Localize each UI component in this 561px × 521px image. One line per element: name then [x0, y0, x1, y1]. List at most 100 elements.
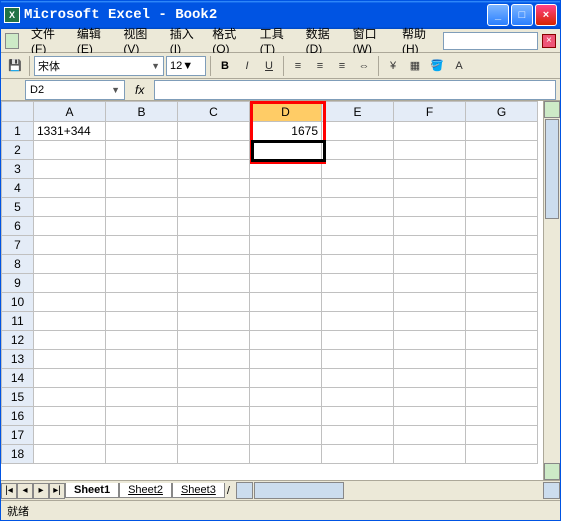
row-header-4[interactable]: 4 — [2, 179, 34, 198]
cell-E9[interactable] — [322, 274, 394, 293]
maximize-button[interactable]: □ — [511, 4, 533, 26]
cell-A15[interactable] — [34, 388, 106, 407]
cell-E8[interactable] — [322, 255, 394, 274]
cell-F12[interactable] — [394, 331, 466, 350]
tab-first-button[interactable]: |◂ — [1, 483, 17, 499]
cell-D1[interactable]: 1675 — [250, 122, 322, 141]
col-header-D[interactable]: D — [250, 102, 322, 122]
cell-D17[interactable] — [250, 426, 322, 445]
cell-E13[interactable] — [322, 350, 394, 369]
currency-button[interactable]: ¥ — [383, 56, 403, 76]
cell-B12[interactable] — [106, 331, 178, 350]
cell-F2[interactable] — [394, 141, 466, 160]
col-header-C[interactable]: C — [178, 102, 250, 122]
cell-E15[interactable] — [322, 388, 394, 407]
fx-icon[interactable]: fx — [135, 83, 144, 97]
scroll-track[interactable] — [345, 482, 543, 499]
cell-D14[interactable] — [250, 369, 322, 388]
row-header-7[interactable]: 7 — [2, 236, 34, 255]
font-size-select[interactable]: 12 ▼ — [166, 56, 206, 76]
cell-A13[interactable] — [34, 350, 106, 369]
formula-input[interactable] — [154, 80, 556, 100]
cell-C5[interactable] — [178, 198, 250, 217]
cell-B13[interactable] — [106, 350, 178, 369]
row-header-14[interactable]: 14 — [2, 369, 34, 388]
cell-C7[interactable] — [178, 236, 250, 255]
cell-C17[interactable] — [178, 426, 250, 445]
borders-button[interactable]: ▦ — [405, 56, 425, 76]
row-header-3[interactable]: 3 — [2, 160, 34, 179]
row-header-11[interactable]: 11 — [2, 312, 34, 331]
row-header-16[interactable]: 16 — [2, 407, 34, 426]
cell-E1[interactable] — [322, 122, 394, 141]
scroll-thumb[interactable] — [254, 482, 344, 499]
cell-A14[interactable] — [34, 369, 106, 388]
cell-A11[interactable] — [34, 312, 106, 331]
cell-A3[interactable] — [34, 160, 106, 179]
cell-A9[interactable] — [34, 274, 106, 293]
cell-C3[interactable] — [178, 160, 250, 179]
cell-G16[interactable] — [466, 407, 538, 426]
cell-F18[interactable] — [394, 445, 466, 464]
cell-F17[interactable] — [394, 426, 466, 445]
cell-A16[interactable] — [34, 407, 106, 426]
font-name-select[interactable]: 宋体 ▼ — [34, 56, 164, 76]
cell-C8[interactable] — [178, 255, 250, 274]
row-header-18[interactable]: 18 — [2, 445, 34, 464]
cell-G7[interactable] — [466, 236, 538, 255]
cell-G1[interactable] — [466, 122, 538, 141]
cell-G13[interactable] — [466, 350, 538, 369]
cell-C18[interactable] — [178, 445, 250, 464]
cell-F8[interactable] — [394, 255, 466, 274]
cell-E17[interactable] — [322, 426, 394, 445]
cell-A1[interactable]: 1331+344 — [34, 122, 106, 141]
row-header-5[interactable]: 5 — [2, 198, 34, 217]
cell-D4[interactable] — [250, 179, 322, 198]
cell-A6[interactable] — [34, 217, 106, 236]
cell-E6[interactable] — [322, 217, 394, 236]
col-header-A[interactable]: A — [34, 102, 106, 122]
cell-E18[interactable] — [322, 445, 394, 464]
cell-C16[interactable] — [178, 407, 250, 426]
cell-A7[interactable] — [34, 236, 106, 255]
cell-A18[interactable] — [34, 445, 106, 464]
col-header-F[interactable]: F — [394, 102, 466, 122]
cell-B6[interactable] — [106, 217, 178, 236]
cell-E16[interactable] — [322, 407, 394, 426]
scroll-left-button[interactable] — [236, 482, 253, 499]
row-header-2[interactable]: 2 — [2, 141, 34, 160]
tab-last-button[interactable]: ▸| — [49, 483, 65, 499]
row-header-8[interactable]: 8 — [2, 255, 34, 274]
cell-E7[interactable] — [322, 236, 394, 255]
cell-F6[interactable] — [394, 217, 466, 236]
scroll-down-button[interactable] — [544, 463, 560, 480]
cell-C6[interactable] — [178, 217, 250, 236]
col-header-E[interactable]: E — [322, 102, 394, 122]
cell-G10[interactable] — [466, 293, 538, 312]
document-close-button[interactable]: × — [542, 34, 556, 48]
cell-B3[interactable] — [106, 160, 178, 179]
cell-G15[interactable] — [466, 388, 538, 407]
cell-C12[interactable] — [178, 331, 250, 350]
cell-B11[interactable] — [106, 312, 178, 331]
horizontal-scrollbar[interactable] — [236, 482, 560, 499]
sheet-tab-3[interactable]: Sheet3 — [172, 483, 225, 498]
cell-G5[interactable] — [466, 198, 538, 217]
cell-F9[interactable] — [394, 274, 466, 293]
cell-A17[interactable] — [34, 426, 106, 445]
cell-G3[interactable] — [466, 160, 538, 179]
cell-F10[interactable] — [394, 293, 466, 312]
col-header-B[interactable]: B — [106, 102, 178, 122]
cell-G4[interactable] — [466, 179, 538, 198]
save-icon[interactable]: 💾 — [5, 56, 25, 76]
cell-A5[interactable] — [34, 198, 106, 217]
cell-A10[interactable] — [34, 293, 106, 312]
fill-color-button[interactable]: 🪣 — [427, 56, 447, 76]
cell-B17[interactable] — [106, 426, 178, 445]
cell-D12[interactable] — [250, 331, 322, 350]
cell-F7[interactable] — [394, 236, 466, 255]
bold-button[interactable]: B — [215, 56, 235, 76]
cell-C10[interactable] — [178, 293, 250, 312]
underline-button[interactable]: U — [259, 56, 279, 76]
select-all-corner[interactable] — [2, 102, 34, 122]
